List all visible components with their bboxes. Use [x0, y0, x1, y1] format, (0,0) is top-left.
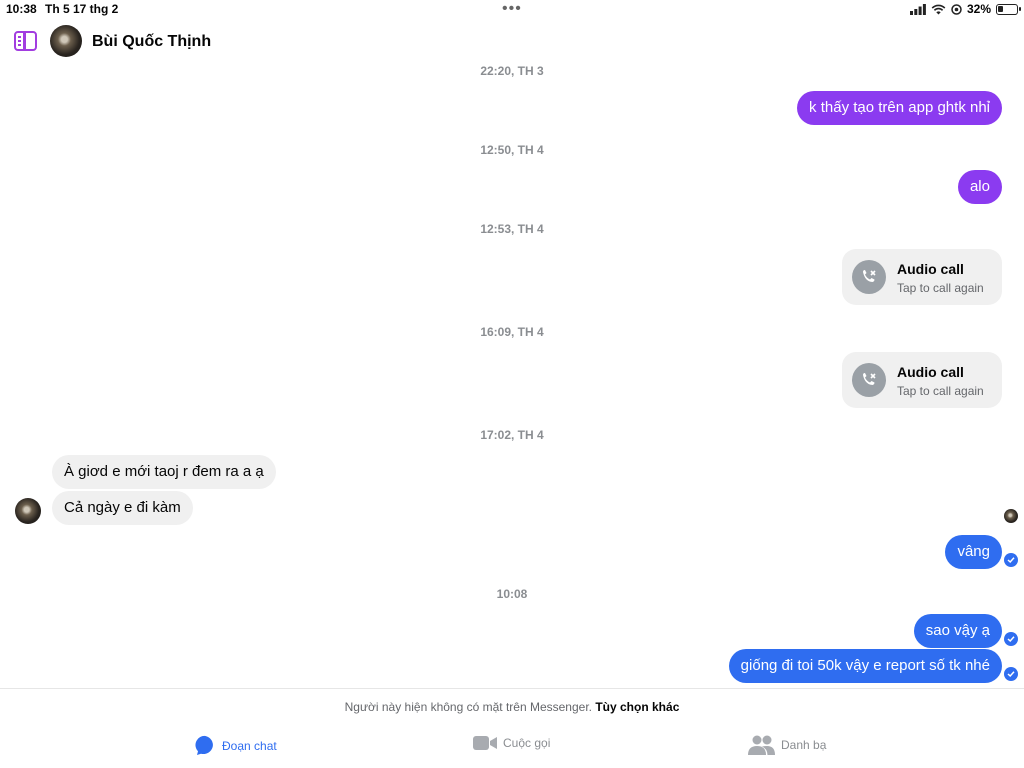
call-subtitle: Tap to call again [897, 384, 984, 398]
conversation-header: Bùi Quốc Thịnh [0, 22, 240, 62]
video-camera-icon [473, 736, 497, 750]
more-options-link[interactable]: Tùy chọn khác [595, 700, 679, 714]
timestamp: 12:50, TH 4 [480, 143, 544, 157]
incoming-message[interactable]: Cả ngày e đi kàm [52, 491, 193, 525]
sidebar-toggle-icon[interactable] [14, 31, 37, 51]
call-title: Audio call [897, 364, 964, 380]
notice-text: Người này hiện không có mặt trên Messeng… [344, 700, 592, 714]
signal-icon [909, 3, 926, 15]
timestamp: 17:02, TH 4 [480, 428, 544, 442]
contact-name[interactable]: Bùi Quốc Thịnh [92, 33, 211, 51]
tab-label: Cuộc gọi [503, 736, 551, 750]
status-right: 32% [909, 2, 1021, 16]
tab-chats[interactable]: Đoạn chat [195, 735, 277, 756]
status-date: Th 5 17 thg 2 [45, 2, 119, 16]
timestamp: 12:53, TH 4 [480, 222, 544, 236]
audio-call-card[interactable]: Audio call Tap to call again [842, 352, 1002, 408]
sender-avatar[interactable] [15, 498, 41, 524]
delivered-check-icon [1004, 632, 1018, 646]
outgoing-message[interactable]: sao vậy ạ [913, 614, 1002, 648]
tab-label: Danh bạ [781, 738, 827, 752]
outgoing-message[interactable]: giống đi toi 50k vậy e report số tk nhé [728, 649, 1002, 683]
delivered-check-icon [1004, 667, 1018, 681]
tab-contacts[interactable]: Danh bạ [748, 735, 826, 755]
outgoing-message[interactable]: vâng [945, 535, 1002, 569]
people-icon [748, 735, 775, 755]
footer: Người này hiện không có mặt trên Messeng… [0, 688, 1024, 768]
battery-icon [996, 3, 1021, 15]
timestamp: 16:09, TH 4 [480, 325, 544, 339]
location-lock-icon [951, 3, 962, 15]
status-time: 10:38 [6, 2, 37, 16]
missed-call-icon [852, 260, 886, 294]
message-list[interactable]: 22:20, TH 3 k thấy tạo trên app ghtk nhỉ… [0, 60, 1024, 688]
unavailable-notice: Người này hiện không có mặt trên Messeng… [0, 700, 1024, 714]
call-subtitle: Tap to call again [897, 281, 984, 295]
wifi-icon [931, 4, 946, 14]
multitasking-dots-icon[interactable]: ••• [502, 0, 522, 18]
tab-calls[interactable]: Cuộc gọi [473, 735, 550, 751]
audio-call-card[interactable]: Audio call Tap to call again [842, 249, 1002, 305]
outgoing-message[interactable]: k thấy tạo trên app ghtk nhỉ [797, 91, 1002, 125]
missed-call-icon [852, 363, 886, 397]
timestamp: 10:08 [496, 587, 528, 601]
read-receipt-avatar [1004, 509, 1018, 523]
chat-bubble-icon [195, 735, 213, 755]
timestamp: 22:20, TH 3 [480, 64, 544, 78]
status-bar: 10:38 Th 5 17 thg 2 ••• 32% [0, 0, 1024, 20]
call-title: Audio call [897, 261, 964, 277]
contact-avatar[interactable] [50, 25, 82, 57]
incoming-message[interactable]: À giơd e mới taoj r đem ra a ạ [52, 455, 276, 489]
tab-label: Đoạn chat [222, 738, 277, 753]
outgoing-message[interactable]: alo [957, 170, 1002, 204]
battery-percent: 32% [966, 2, 991, 16]
delivered-check-icon [1004, 553, 1018, 567]
